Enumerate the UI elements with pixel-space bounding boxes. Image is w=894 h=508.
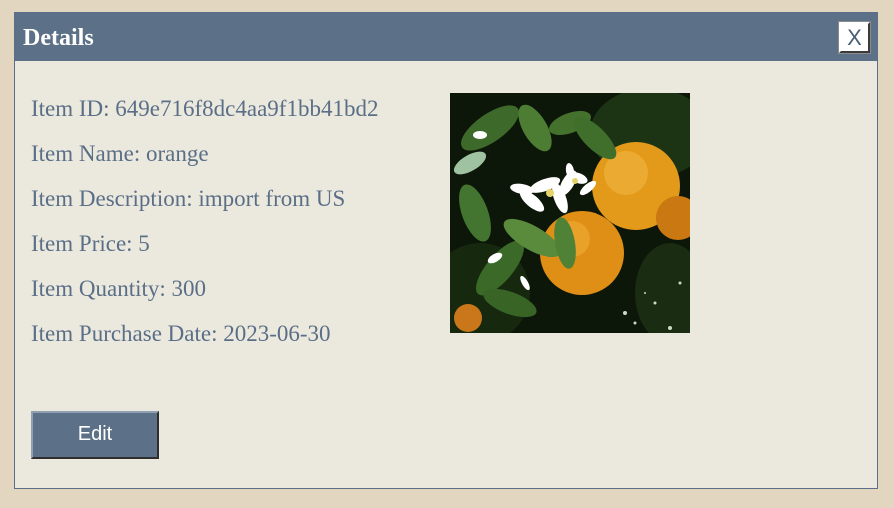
details-dialog: Details X Item ID: 649e716f8dc4aa9f1bb41… <box>14 12 878 489</box>
item-image <box>450 93 690 333</box>
item-price: Item Price: 5 <box>31 231 150 256</box>
close-button[interactable]: X <box>838 21 871 54</box>
item-description: Item Description: import from US <box>31 186 346 211</box>
dialog-title: Details <box>23 25 94 51</box>
edit-button[interactable]: Edit <box>31 411 159 459</box>
item-name: Item Name: orange <box>31 141 209 166</box>
item-purchase-date: Item Purchase Date: 2023-06-30 <box>31 321 331 346</box>
dialog-titlebar: Details X <box>15 13 877 61</box>
orange-tree-photo <box>450 93 690 333</box>
item-quantity: Item Quantity: 300 <box>31 276 207 301</box>
item-id: Item ID: 649e716f8dc4aa9f1bb41bd2 <box>31 96 379 121</box>
item-details: Item ID: 649e716f8dc4aa9f1bb41bd2 Item N… <box>31 89 378 359</box>
